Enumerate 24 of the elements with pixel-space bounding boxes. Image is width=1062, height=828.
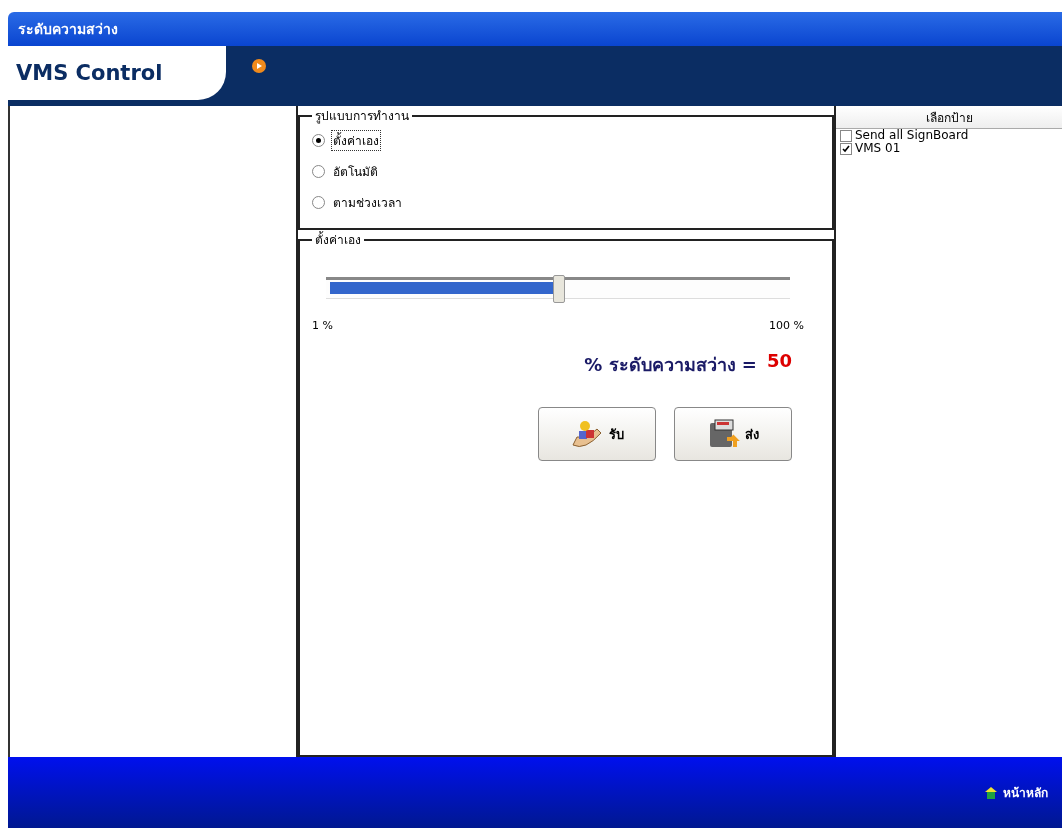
max-label: 100 % <box>769 319 804 332</box>
radio-option[interactable]: อัตโนมัติ <box>312 156 820 187</box>
radio-button[interactable] <box>312 196 325 209</box>
sign-item[interactable]: VMS 01 <box>836 142 1062 155</box>
sign-item[interactable]: Send all SignBoard <box>836 129 1062 142</box>
radio-button[interactable] <box>312 134 325 147</box>
brightness-value: 50 <box>766 350 792 373</box>
send-button[interactable]: ส่ง <box>674 407 792 461</box>
radio-option[interactable]: ตามช่วงเวลา <box>312 187 820 218</box>
receive-button[interactable]: รับ <box>538 407 656 461</box>
checkbox[interactable] <box>840 129 852 142</box>
min-label: 1 % <box>312 319 333 332</box>
slider-thumb[interactable] <box>553 275 565 303</box>
house-icon <box>984 786 998 799</box>
window-title: ระดับความสว่าง <box>18 20 118 39</box>
checkbox[interactable] <box>840 142 852 155</box>
brightness-label: % ระดับความสว่าง = <box>584 353 757 377</box>
radio-button[interactable] <box>312 165 325 178</box>
radio-option[interactable]: ตั้งค่าเอง <box>312 125 820 156</box>
logo-text: VMS Control <box>16 61 163 85</box>
group-title: ตั้งค่าเอง <box>314 230 362 249</box>
play-icon <box>252 59 266 73</box>
group-title: รูปแบบการทำงาน <box>314 108 410 125</box>
home-link[interactable]: หน้าหลัก <box>984 783 1048 802</box>
